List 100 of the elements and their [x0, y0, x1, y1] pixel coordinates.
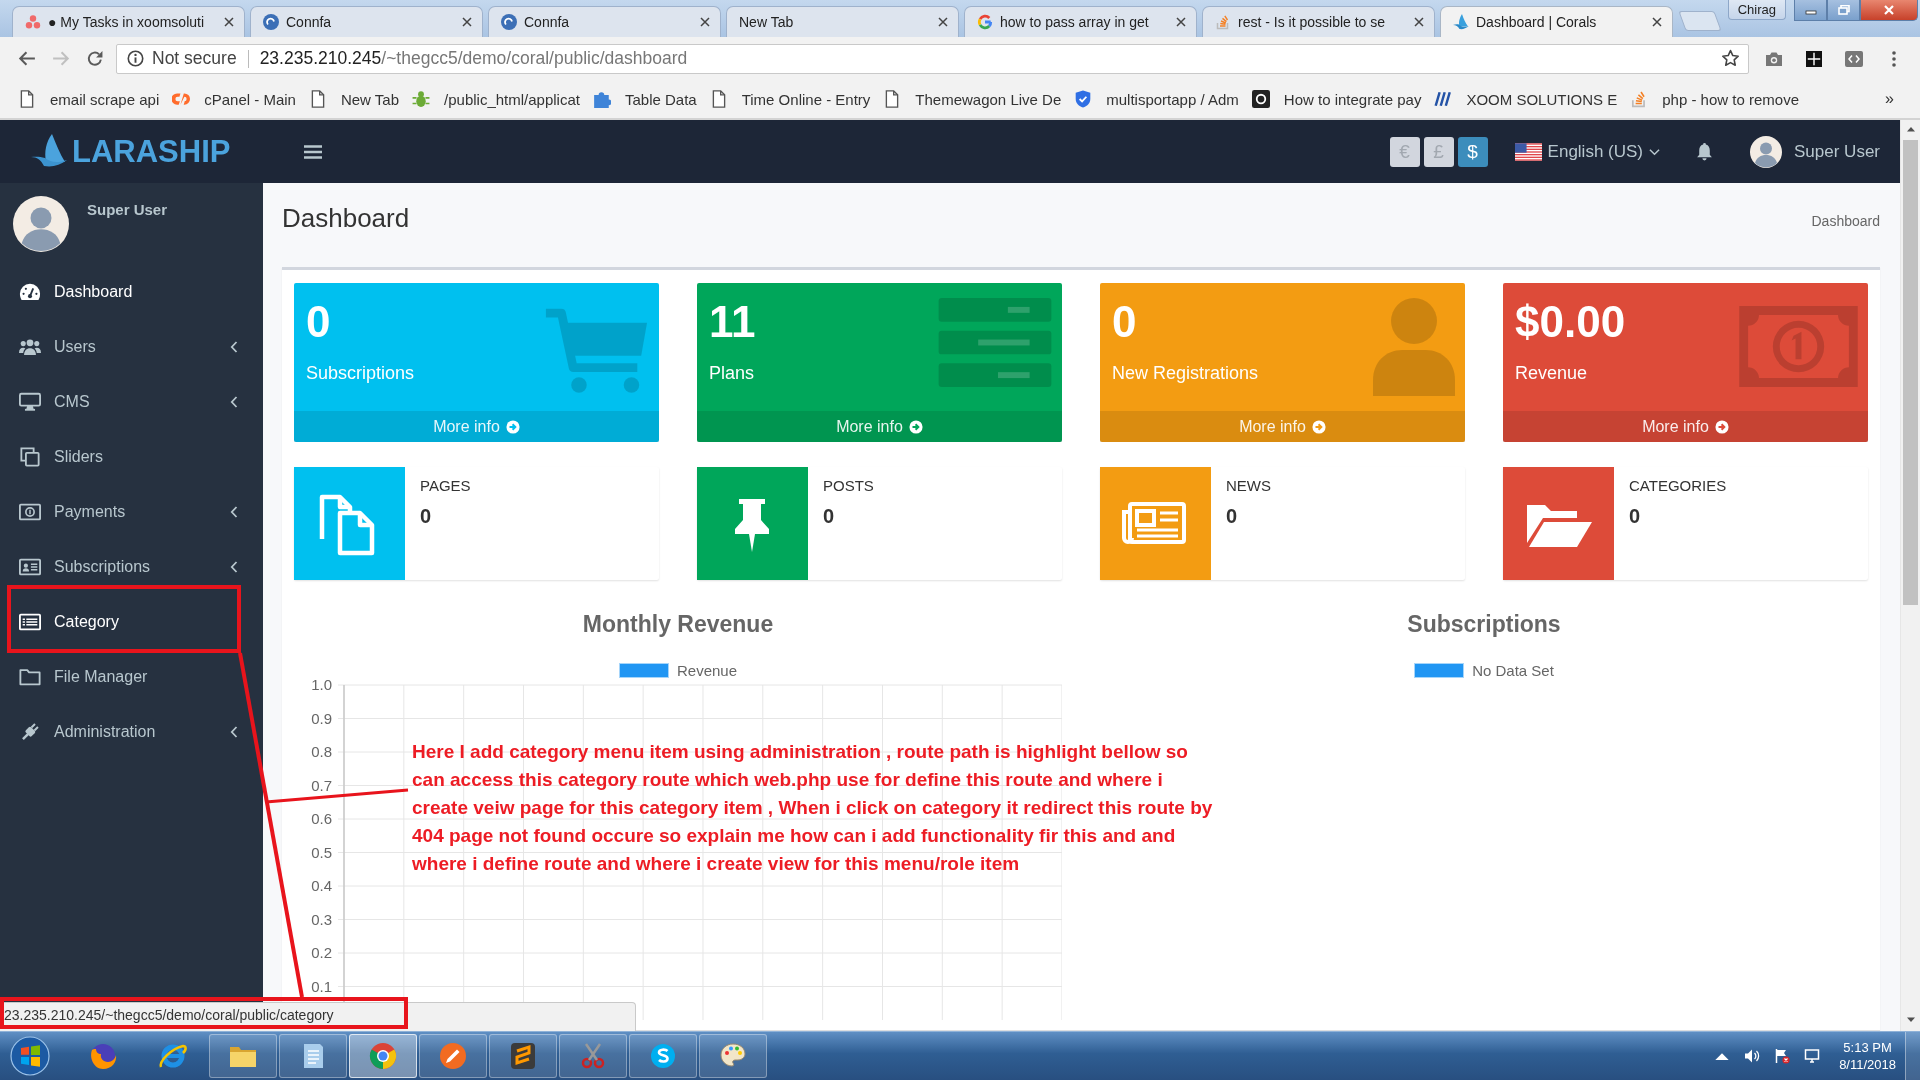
grid-icon[interactable] [1805, 50, 1823, 67]
scroll-down-icon[interactable] [1905, 1017, 1916, 1023]
y-tick-label: 0.9 [311, 709, 332, 727]
browser-tab[interactable]: Connfa [250, 6, 483, 37]
avatar-icon [1750, 135, 1782, 168]
stat-label: Plans [709, 362, 756, 384]
logo-text[interactable]: LARASHIP [72, 133, 231, 170]
bookmark-item[interactable]: email scrape api [18, 90, 160, 108]
taskbar-button[interactable] [629, 1034, 697, 1078]
security-label: Not secure [152, 48, 237, 69]
fox-globe-icon [88, 1041, 118, 1071]
bookmark-item[interactable]: /public_html/applicat [412, 90, 580, 108]
chart-title: Subscriptions [1407, 610, 1561, 639]
bookmarks-overflow-button[interactable]: » [1885, 90, 1894, 108]
info-value: 0 [1629, 504, 1642, 528]
browser-tab[interactable]: rest - Is it possible to se [1202, 6, 1435, 37]
restore-icon [1837, 5, 1850, 15]
close-icon[interactable] [1176, 17, 1186, 27]
banknote-icon [1739, 306, 1858, 387]
browser-tab[interactable]: Connfa [488, 6, 721, 37]
taskbar-button[interactable] [699, 1034, 767, 1078]
browser-tab[interactable]: New Tab [726, 6, 959, 37]
bookmark-item[interactable]: How to integrate pay [1251, 90, 1422, 108]
address-bar[interactable]: Not secure 23.235.210.245/~thegcc5/demo/coral/public/dashboard [116, 43, 1749, 74]
profile-button[interactable]: Chirag [1727, 0, 1786, 20]
taskbar-button[interactable] [419, 1034, 487, 1078]
sail-icon [1453, 14, 1469, 30]
arrow-circle-right-icon [908, 419, 923, 434]
users-icon [19, 336, 41, 357]
more-info-link[interactable]: More info [1503, 411, 1868, 442]
chevron-left-icon [230, 725, 238, 738]
sidebar-item[interactable]: Sliders [0, 429, 263, 484]
legend-label[interactable]: Revenue [676, 661, 737, 679]
flag-alert-icon[interactable] [1774, 1048, 1791, 1064]
stat-label: New Registrations [1112, 362, 1259, 384]
bookmark-item[interactable]: XOOM SOLUTIONS E [1434, 90, 1618, 108]
sidebar-item[interactable]: Administration [0, 704, 263, 759]
close-button[interactable] [1860, 0, 1918, 21]
taskbar-button[interactable] [489, 1034, 557, 1078]
sidebar-item[interactable]: Dashboard [0, 264, 263, 319]
plug-icon [19, 721, 41, 742]
speaker-icon[interactable] [1744, 1048, 1761, 1064]
scroll-up-icon[interactable] [1905, 126, 1916, 132]
close-icon[interactable] [700, 17, 710, 27]
clock-button[interactable]: 5:13 PM 8/11/2018 [1839, 1039, 1896, 1073]
sidebar-item[interactable]: File Manager [0, 649, 263, 704]
y-tick-label: 0.3 [311, 910, 332, 928]
y-tick-label: 0.5 [311, 843, 332, 861]
close-icon[interactable] [224, 17, 234, 27]
close-icon[interactable] [938, 17, 948, 27]
browser-tab[interactable]: how to pass array in get [964, 6, 1197, 37]
code-icon[interactable] [1845, 50, 1863, 67]
restore-button[interactable] [1827, 0, 1860, 21]
scrollbar-thumb[interactable] [1903, 140, 1918, 605]
bookmark-item[interactable]: Themewagon Live De [883, 90, 1062, 108]
close-icon[interactable] [1652, 17, 1662, 27]
legend-swatch-icon[interactable] [618, 662, 669, 678]
folder-icon [19, 666, 41, 687]
star-icon[interactable] [1721, 49, 1740, 68]
bookmark-item[interactable]: multisportapp / Adm [1074, 90, 1239, 108]
sidebar-item[interactable]: CMS [0, 374, 263, 429]
menu-icon[interactable] [304, 144, 322, 159]
bookmark-item[interactable]: Table Data [592, 90, 697, 108]
taskbar-button[interactable] [559, 1034, 627, 1078]
browser-tab[interactable]: Dashboard | Corals [1440, 6, 1673, 37]
bookmark-item[interactable]: Time Online - Entry [709, 90, 871, 108]
sidebar-item[interactable]: Category [0, 594, 263, 649]
close-icon[interactable] [1414, 17, 1424, 27]
network-icon[interactable] [1804, 1048, 1821, 1064]
camera-icon[interactable] [1765, 50, 1783, 67]
legend-label[interactable]: No Data Set [1472, 661, 1554, 679]
taskbar-button[interactable] [209, 1034, 277, 1078]
more-info-link[interactable]: More info [697, 411, 1062, 442]
page-icon [18, 90, 36, 108]
swirl-logo-icon [263, 14, 279, 30]
chevron-left-icon [230, 560, 238, 573]
sidebar-item[interactable]: Payments [0, 484, 263, 539]
y-tick-label: 0.6 [311, 810, 332, 827]
bookmark-item[interactable]: php - how to remove [1630, 90, 1799, 108]
bookmark-item[interactable]: cPanel - Main [172, 90, 296, 108]
menu-icon[interactable] [1892, 50, 1896, 67]
legend-swatch-icon[interactable] [1414, 662, 1465, 678]
taskbar-button[interactable] [279, 1034, 347, 1078]
language-dropdown[interactable]: English (US) [1514, 141, 1660, 162]
currency-button[interactable]: $ [1457, 136, 1488, 167]
show-desktop-button[interactable] [1905, 1032, 1920, 1080]
close-icon[interactable] [462, 17, 472, 27]
info-label: CATEGORIES [1629, 476, 1727, 496]
pen-icon [438, 1041, 468, 1071]
bookmark-item[interactable]: New Tab [308, 90, 400, 108]
taskbar-button[interactable] [349, 1034, 417, 1078]
sidebar-item[interactable]: Users [0, 319, 263, 374]
puzzle-icon [592, 90, 611, 108]
info-icon[interactable] [127, 50, 144, 67]
sidebar-item[interactable]: Subscriptions [0, 539, 263, 594]
user-menu-button[interactable]: Super User [1750, 135, 1880, 168]
browser-tab[interactable]: ● My Tasks in xoomsoluti [12, 6, 245, 37]
reload-icon [86, 50, 104, 67]
bell-icon[interactable] [1696, 142, 1713, 161]
scrollbar-track[interactable] [1900, 120, 1920, 1031]
